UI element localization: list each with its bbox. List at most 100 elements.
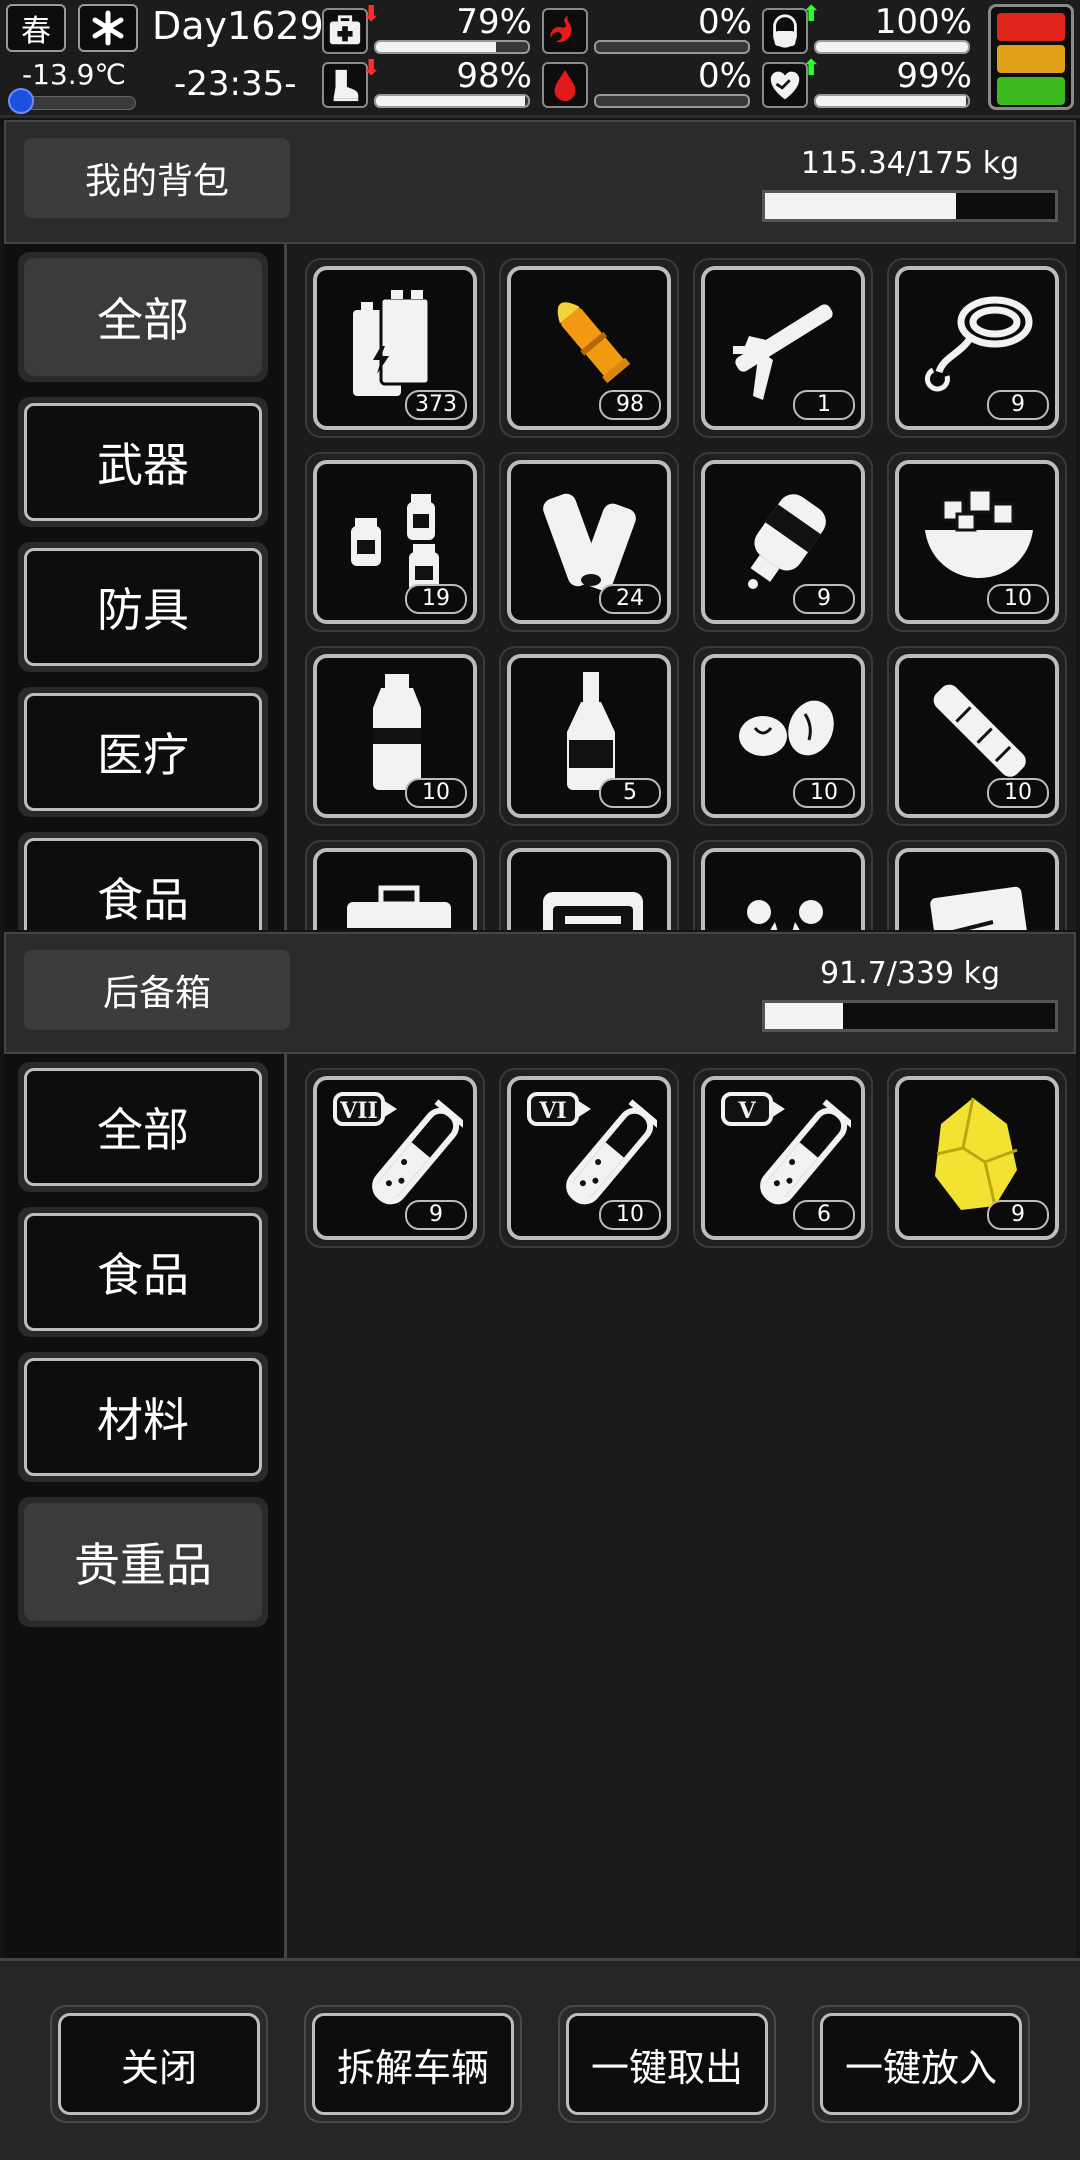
item-quantity: 98 (599, 390, 661, 420)
item-quantity: 1 (793, 390, 855, 420)
trunk-weight-bar (762, 1000, 1058, 1032)
close-button[interactable]: 关闭 (50, 2005, 268, 2123)
stat-bar (594, 94, 750, 108)
stat-percent: 99% (896, 56, 972, 96)
action-bar: 关闭 拆解车辆 一键取出 一键放入 (0, 1958, 1080, 2160)
take-all-button[interactable]: 一键取出 (558, 2005, 776, 2123)
item-quantity: 6 (793, 1200, 855, 1230)
put-all-button[interactable]: 一键放入 (812, 2005, 1030, 2123)
backpack-item-slot[interactable]: 10 (693, 646, 873, 826)
backpack-category-3[interactable]: 医疗 (18, 687, 268, 817)
trunk-category-1[interactable]: 食品 (18, 1207, 268, 1337)
thermometer-icon (8, 88, 34, 114)
backpack-item-slot[interactable]: 373 (305, 258, 485, 438)
backpack-category-4[interactable]: 食品 (18, 832, 268, 930)
item-quantity: 5 (599, 778, 661, 808)
category-label: 全部 (24, 1068, 262, 1186)
backpack-item-slot[interactable] (887, 840, 1067, 930)
backpack-item-slot[interactable]: 9 (887, 258, 1067, 438)
backpack-item-grid[interactable]: 373 98 1 9 19 24 9 10 10 5 10 10 (284, 244, 1076, 930)
stat-percent: 100% (874, 2, 972, 42)
trunk-weight: 91.7/339 kg (819, 956, 1001, 991)
item-quantity: 19 (405, 584, 467, 614)
category-label: 武器 (24, 403, 262, 521)
category-label: 全部 (24, 258, 262, 376)
category-label: 食品 (24, 1213, 262, 1331)
trunk-item-grid[interactable]: VII 9 VI 10 V 6 9 (284, 1054, 1076, 1958)
stat-percent: 0% (698, 56, 752, 96)
trend-down-icon: ⬇ (362, 56, 381, 81)
trunk-item-slot[interactable]: VI 10 (499, 1068, 679, 1248)
stat-stamina: ⬇ 98% (322, 56, 532, 110)
backpack-item-slot[interactable]: 9 (693, 452, 873, 632)
stat-bar (374, 40, 530, 54)
trunk-category-3[interactable]: 贵重品 (18, 1497, 268, 1627)
category-label: 材料 (24, 1358, 262, 1476)
backpack-item-slot[interactable]: 19 (305, 452, 485, 632)
svg-text:VI: VI (538, 1098, 566, 1124)
day-counter: Day1629 (152, 4, 324, 48)
backpack-item-slot[interactable] (305, 840, 485, 930)
trunk-item-slot[interactable]: V 6 (693, 1068, 873, 1248)
category-label: 防具 (24, 548, 262, 666)
snowflake-icon[interactable] (78, 4, 138, 52)
item-quantity: 9 (987, 390, 1049, 420)
trunk-item-slot[interactable]: 9 (887, 1068, 1067, 1248)
stomach-icon[interactable] (542, 8, 588, 54)
trunk-header: 后备箱 91.7/339 kg (4, 932, 1076, 1054)
backpack-item-slot[interactable]: 10 (305, 646, 485, 826)
water-drop-icon[interactable] (542, 62, 588, 108)
danger-level-indicator[interactable] (988, 4, 1074, 110)
trend-down-icon: ⬇ (362, 2, 381, 27)
backpack-item-slot[interactable]: 10 (887, 452, 1067, 632)
backpack-category-2[interactable]: 防具 (18, 542, 268, 672)
stat-health: ⬇ 79% (322, 2, 532, 56)
backpack-item-slot[interactable] (693, 840, 873, 930)
stat-percent: 0% (698, 2, 752, 42)
danger-light (997, 13, 1065, 41)
action-label: 一键取出 (566, 2013, 768, 2115)
item-quantity: 10 (793, 778, 855, 808)
backpack-category-0[interactable]: 全部 (18, 252, 268, 382)
season-label: 春 (21, 14, 51, 49)
item-quantity: 9 (793, 584, 855, 614)
item-quantity: 10 (987, 584, 1049, 614)
game-clock: -23:35- (174, 64, 297, 104)
trunk-title: 后备箱 (24, 950, 290, 1030)
stat-thirst: 0% (542, 56, 752, 110)
action-label: 关闭 (58, 2013, 260, 2115)
item-quantity: 10 (405, 778, 467, 808)
season-indicator[interactable]: 春 (6, 4, 66, 52)
stat-percent: 79% (456, 2, 532, 42)
backpack-item-slot[interactable]: 1 (693, 258, 873, 438)
backpack-header: 我的背包 115.34/175 kg (4, 120, 1076, 244)
stat-bar (814, 40, 970, 54)
danger-light (997, 77, 1065, 105)
backpack-weight-bar (762, 190, 1058, 222)
backpack-item-slot[interactable]: 5 (499, 646, 679, 826)
category-label: 医疗 (24, 693, 262, 811)
trunk-category-2[interactable]: 材料 (18, 1352, 268, 1482)
item-quantity: 10 (599, 1200, 661, 1230)
item-quantity: 373 (405, 390, 467, 420)
backpack-category-1[interactable]: 武器 (18, 397, 268, 527)
stat-bar (594, 40, 750, 54)
dismantle-vehicle-button[interactable]: 拆解车辆 (304, 2005, 522, 2123)
backpack-item-slot[interactable]: 24 (499, 452, 679, 632)
action-label: 一键放入 (820, 2013, 1022, 2115)
temperature: -13.9℃ (22, 58, 126, 91)
trunk-category-0[interactable]: 全部 (18, 1062, 268, 1192)
trunk-item-slot[interactable]: VII 9 (305, 1068, 485, 1248)
backpack-category-sidebar: 全部武器防具医疗食品 (4, 244, 284, 930)
stat-percent: 98% (456, 56, 532, 96)
svg-text:V: V (737, 1098, 756, 1124)
backpack-item-slot[interactable]: 98 (499, 258, 679, 438)
svg-text:VII: VII (339, 1098, 378, 1124)
item-quantity: 9 (987, 1200, 1049, 1230)
action-label: 拆解车辆 (312, 2013, 514, 2115)
backpack-item-slot[interactable] (499, 840, 679, 930)
item-quantity: 10 (987, 778, 1049, 808)
stat-bar (374, 94, 530, 108)
backpack-item-slot[interactable]: 10 (887, 646, 1067, 826)
stat-bar (814, 94, 970, 108)
